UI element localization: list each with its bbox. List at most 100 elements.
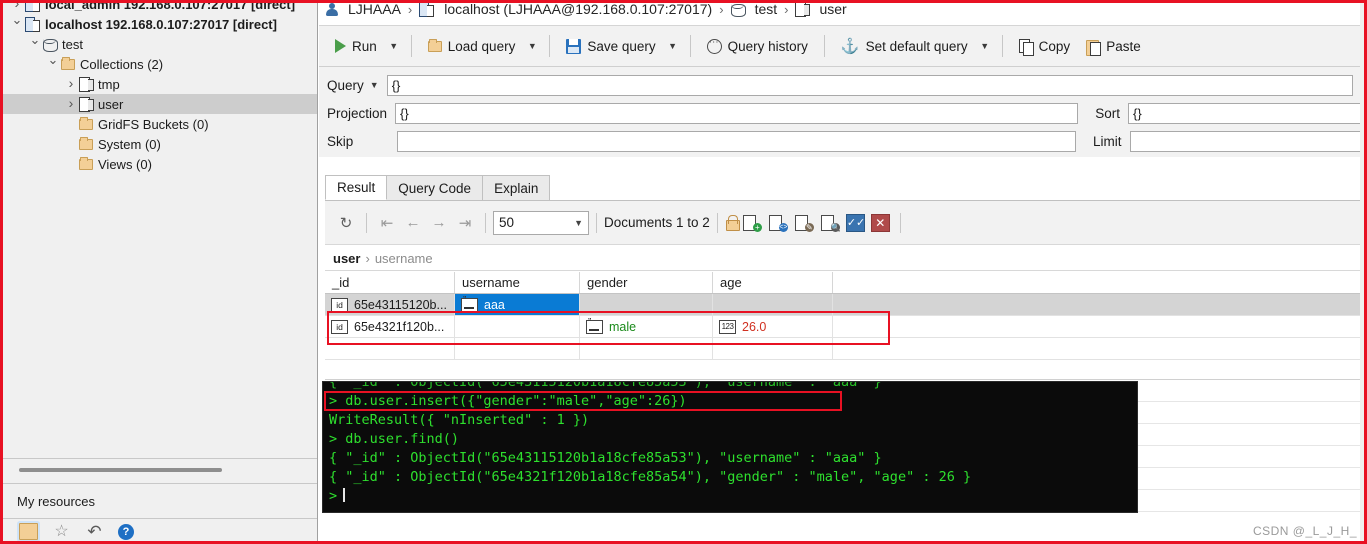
breadcrumb-separator-3: › <box>784 3 789 17</box>
chevron-down-icon[interactable] <box>27 33 43 55</box>
run-dropdown-caret[interactable] <box>385 31 403 61</box>
skip-input[interactable] <box>397 130 1076 152</box>
tab-result[interactable]: Result <box>325 175 388 200</box>
table-cell[interactable] <box>455 338 580 359</box>
table-row[interactable]: id 65e4321f120b... male 123 26.0 <box>325 316 1364 338</box>
grid-column-label: _id <box>332 275 350 290</box>
set-default-query-dropdown-caret[interactable] <box>976 31 994 61</box>
add-document-icon[interactable]: + <box>742 214 762 232</box>
tree-item-local_admin[interactable]: local_admin 192.168.0.107:27017 [direct] <box>3 3 317 14</box>
save-query-label: Save query <box>587 38 656 54</box>
save-query-button[interactable]: Save query <box>558 31 663 61</box>
table-cell[interactable]: male <box>580 316 713 337</box>
view-document-icon[interactable]: 🔍 <box>820 214 841 232</box>
chevron-down-icon[interactable] <box>45 53 61 75</box>
copy-button[interactable]: Copy <box>1011 31 1079 61</box>
paste-button[interactable]: Paste <box>1078 31 1149 61</box>
tree-item-test[interactable]: test <box>3 33 317 55</box>
grid-column-header[interactable]: age <box>713 272 833 293</box>
chevron-down-icon[interactable] <box>9 13 25 35</box>
tree-item-localhost[interactable]: localhost 192.168.0.107:27017 [direct] <box>3 13 317 35</box>
table-cell[interactable]: aaa <box>455 294 580 315</box>
table-cell[interactable] <box>325 338 455 359</box>
save-query-dropdown-caret[interactable] <box>664 31 682 61</box>
folder-icon <box>79 136 93 150</box>
query-row: Query {} <box>319 71 1364 99</box>
query-mode-caret[interactable] <box>370 80 379 90</box>
grid-column-header[interactable]: username <box>455 272 580 293</box>
chevron-right-icon[interactable] <box>63 93 79 116</box>
query-history-button[interactable]: Query history <box>699 31 816 61</box>
query-input[interactable]: {} <box>386 74 1353 96</box>
grid-column-header[interactable]: _id <box>325 272 455 293</box>
type-string-icon <box>586 317 603 334</box>
table-cell[interactable] <box>833 338 1364 359</box>
my-resources-section[interactable]: My resources <box>3 484 317 519</box>
result-divider-5 <box>899 212 901 233</box>
tree-item-system[interactable]: System (0) <box>3 134 317 154</box>
mongo-shell-console[interactable]: { "_id" : ObjectId("65e43115120b1a18cfe8… <box>322 381 1138 513</box>
tab-query-code[interactable]: Query Code <box>386 175 484 200</box>
load-query-button[interactable]: Load query <box>420 31 524 61</box>
tree-item-collections[interactable]: Collections (2) <box>3 53 317 75</box>
grid-column-header[interactable]: gender <box>580 272 713 293</box>
collection-icon <box>79 97 94 112</box>
refresh-icon[interactable]: ↻ <box>333 210 359 236</box>
tree-horizontal-scrollbar[interactable] <box>19 468 222 472</box>
table-cell-value: 26.0 <box>742 319 767 334</box>
right-scrollbar[interactable] <box>1360 3 1364 541</box>
load-query-dropdown-caret[interactable] <box>523 31 541 61</box>
prev-page-icon[interactable]: ← <box>400 210 426 236</box>
tab-explain[interactable]: Explain <box>482 175 551 200</box>
table-cell[interactable] <box>713 294 833 315</box>
folder-icon <box>61 56 75 70</box>
table-cell[interactable] <box>455 316 580 337</box>
first-page-icon[interactable]: ⇤ <box>374 210 400 236</box>
edit-document-icon[interactable]: ✎ <box>794 214 814 232</box>
open-folder-icon[interactable] <box>19 523 38 540</box>
result-tabs[interactable]: Result Query Code Explain <box>325 175 1364 201</box>
tree-item-tmp[interactable]: tmp <box>3 74 317 94</box>
tree-item-user[interactable]: user <box>3 93 317 116</box>
table-cell[interactable] <box>833 316 1364 337</box>
paste-icon <box>1086 39 1102 56</box>
table-cell[interactable] <box>580 338 713 359</box>
help-icon[interactable] <box>118 523 134 540</box>
table-cell[interactable] <box>580 294 713 315</box>
page-size-select[interactable]: 50 <box>493 210 589 235</box>
tree-item-gridfs[interactable]: GridFS Buckets (0) <box>3 114 317 134</box>
table-cell[interactable] <box>833 294 1364 315</box>
table-cell[interactable]: id 65e43115120b... <box>325 294 455 315</box>
tree-item-views[interactable]: Views (0) <box>3 154 317 174</box>
sort-input[interactable]: {} <box>1128 102 1364 124</box>
lock-icon[interactable] <box>725 214 740 231</box>
breadcrumb-user[interactable]: LJHAAA <box>348 3 401 17</box>
table-cell[interactable]: 123 26.0 <box>713 316 833 337</box>
cancel-icon[interactable]: ✕ <box>870 213 890 232</box>
undo-icon[interactable] <box>85 523 104 540</box>
next-page-icon[interactable]: → <box>426 210 452 236</box>
result-grid[interactable]: _id username gender age id 65e43115120b... aaa… <box>325 272 1364 380</box>
breadcrumb-collection[interactable]: user <box>819 3 846 17</box>
breadcrumb-database[interactable]: test <box>755 3 778 17</box>
breadcrumb-connection[interactable]: localhost (LJHAAA@192.168.0.107:27017) <box>444 3 712 17</box>
run-button[interactable]: Run <box>327 31 385 61</box>
limit-input[interactable] <box>1129 130 1364 152</box>
table-cell[interactable] <box>713 338 833 359</box>
console-line-text: { "_id" : ObjectId("65e43115120b1a18cfe8… <box>329 450 882 466</box>
result-divider-4 <box>716 212 718 233</box>
projection-input[interactable]: {} <box>395 102 1079 124</box>
clone-document-icon[interactable]: <> <box>768 214 788 232</box>
breadcrumb[interactable]: LJHAAA › localhost (LJHAAA@192.168.0.107… <box>319 3 1364 20</box>
sidebar-bottom-toolbar[interactable] <box>3 519 317 541</box>
table-row[interactable]: id 65e43115120b... aaa <box>325 294 1364 316</box>
last-page-icon[interactable]: ⇥ <box>452 210 478 236</box>
grid-column-header[interactable] <box>833 272 1364 293</box>
connection-tree[interactable]: local_admin 192.168.0.107:27017 [direct]… <box>3 3 317 459</box>
set-default-query-button[interactable]: Set default query <box>833 31 976 61</box>
star-icon[interactable] <box>52 523 71 540</box>
tree-horizontal-scroll-area[interactable] <box>3 459 317 484</box>
table-row[interactable] <box>325 338 1364 360</box>
confirm-icon[interactable]: ✓✓ <box>845 213 865 232</box>
table-cell[interactable]: id 65e4321f120b... <box>325 316 455 337</box>
